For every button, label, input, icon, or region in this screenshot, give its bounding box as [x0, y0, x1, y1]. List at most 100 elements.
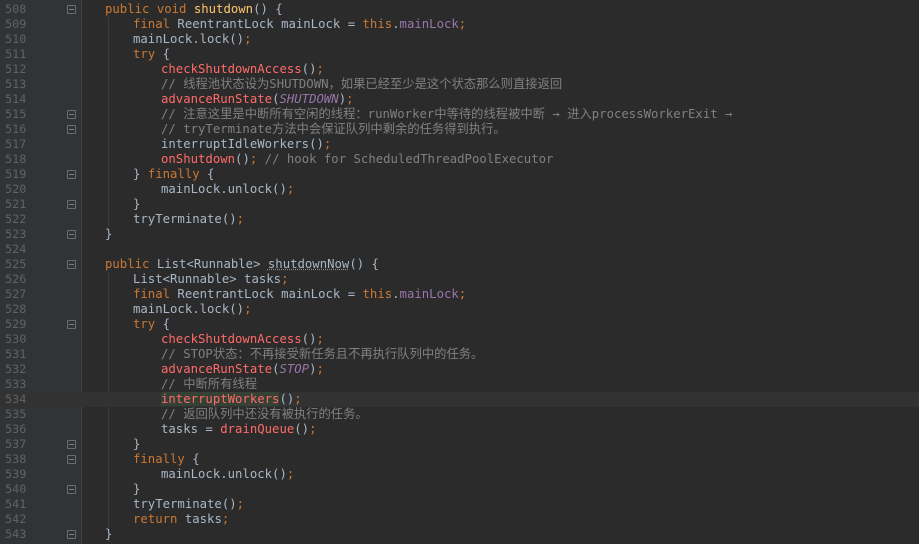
code-token: } — [133, 167, 148, 181]
code-token: mainLock — [399, 17, 459, 31]
code-token: ; — [316, 362, 324, 376]
code-token: tryTerminate() — [133, 497, 237, 511]
fold-marker-icon[interactable] — [67, 200, 76, 209]
code-token: advanceRunState — [161, 362, 273, 376]
line-number: 536 — [5, 422, 27, 436]
code-token: shutdownNow — [267, 257, 350, 271]
code-line[interactable]: 537} — [0, 437, 919, 452]
code-line[interactable]: 532 advanceRunState(STOP); — [0, 362, 919, 377]
code-line[interactable]: 510 mainLock.lock(); — [0, 32, 919, 47]
fold-marker-icon[interactable] — [67, 530, 76, 539]
code-text: List<Runnable> tasks; — [133, 272, 288, 287]
line-number: 518 — [5, 152, 27, 166]
code-token: ; — [316, 332, 324, 346]
code-line[interactable]: 528 mainLock.lock(); — [0, 302, 919, 317]
code-token: onShutdown — [161, 152, 236, 166]
line-number: 528 — [5, 302, 27, 316]
fold-marker-icon[interactable] — [67, 5, 76, 14]
line-number: 532 — [5, 362, 27, 376]
code-line[interactable]: 522 tryTerminate(); — [0, 212, 919, 227]
line-number: 526 — [5, 272, 27, 286]
code-line[interactable]: 508 public void shutdown() { — [0, 2, 919, 17]
code-line[interactable]: 530 checkShutdownAccess(); — [0, 332, 919, 347]
code-line[interactable]: 541 tryTerminate(); — [0, 497, 919, 512]
code-token: . — [392, 17, 400, 31]
code-line[interactable]: 539 mainLock.unlock(); — [0, 467, 919, 482]
code-line[interactable]: 524 — [0, 242, 919, 257]
code-line[interactable]: 519} finally { — [0, 167, 919, 182]
code-line[interactable]: 534 interruptWorkers(); — [0, 392, 919, 407]
code-line[interactable]: 527 final ReentrantLock mainLock = this.m… — [0, 287, 919, 302]
code-line[interactable]: 515 // 注意这里是中断所有空闲的线程：runWorker中等待的线程被中断 … — [0, 107, 919, 122]
code-line[interactable]: 521} — [0, 197, 919, 212]
code-line[interactable]: 520 mainLock.unlock(); — [0, 182, 919, 197]
code-line[interactable]: 514 advanceRunState(SHUTDOWN); — [0, 92, 919, 107]
fold-marker-icon[interactable] — [67, 440, 76, 449]
code-token: final — [133, 287, 178, 301]
fold-marker-icon[interactable] — [67, 485, 76, 494]
code-token: try — [133, 47, 163, 61]
fold-marker-icon[interactable] — [67, 110, 76, 119]
code-text: } finally { — [133, 167, 214, 182]
code-line[interactable]: 523} — [0, 227, 919, 242]
code-line[interactable]: 535 // 返回队列中还没有被执行的任务。 — [0, 407, 919, 422]
code-line[interactable]: 536 tasks = drainQueue(); — [0, 422, 919, 437]
line-number: 537 — [5, 437, 27, 451]
code-token: ; — [294, 392, 302, 406]
code-text: tryTerminate(); — [133, 497, 244, 512]
code-token: try — [133, 317, 163, 331]
code-editor[interactable]: 508 public void shutdown() {509 final Reen… — [0, 0, 919, 544]
code-token: ; — [221, 512, 230, 526]
code-token: { — [207, 167, 215, 181]
code-line[interactable]: 543} — [0, 527, 919, 542]
fold-marker-icon[interactable] — [67, 230, 76, 239]
line-number: 511 — [5, 47, 27, 61]
line-number: 525 — [5, 257, 27, 271]
code-line[interactable]: 525 public List<Runnable> shutdownNow() { — [0, 257, 919, 272]
code-text: } — [133, 197, 140, 212]
fold-marker-icon[interactable] — [67, 260, 76, 269]
code-line[interactable]: 533 // 中断所有线程 — [0, 377, 919, 392]
code-text: mainLock.unlock(); — [161, 182, 294, 197]
code-line[interactable]: 509 final ReentrantLock mainLock = this.m… — [0, 17, 919, 32]
code-token: ; — [286, 467, 295, 481]
code-token: { — [192, 452, 200, 466]
code-token: mainLock.lock() — [133, 32, 245, 46]
code-token: } — [133, 437, 141, 451]
code-text: checkShutdownAccess(); — [161, 332, 324, 347]
fold-marker-icon[interactable] — [67, 320, 76, 329]
code-line[interactable]: 513 // 线程池状态设为SHUTDOWN，如果已经至少是这个状态那么则直接返回 — [0, 77, 919, 92]
fold-marker-icon[interactable] — [67, 170, 76, 179]
line-number: 529 — [5, 317, 27, 331]
fold-marker-icon[interactable] — [67, 455, 76, 464]
code-token: List<Runnable> — [156, 257, 268, 271]
code-token: this — [362, 287, 393, 301]
code-text: mainLock.unlock(); — [161, 467, 294, 482]
code-line[interactable]: 518 onShutdown(); // hook for ScheduledTh… — [0, 152, 919, 167]
code-line[interactable]: 531 // STOP状态：不再接受新任务且不再执行队列中的任务。 — [0, 347, 919, 362]
line-number: 522 — [5, 212, 27, 226]
code-line[interactable]: 526 List<Runnable> tasks; — [0, 272, 919, 287]
code-text: // tryTerminate方法中会保证队列中剩余的任务得到执行。 — [161, 122, 506, 137]
code-line[interactable]: 517 interruptIdleWorkers(); — [0, 137, 919, 152]
code-line[interactable]: 529 try { — [0, 317, 919, 332]
code-token: { — [162, 317, 171, 331]
code-text: advanceRunState(STOP); — [161, 362, 324, 377]
fold-marker-icon[interactable] — [67, 125, 76, 134]
code-token: STOP — [279, 362, 310, 376]
code-token: ; — [286, 182, 295, 196]
code-line[interactable]: 512 checkShutdownAccess(); — [0, 62, 919, 77]
line-number: 534 — [5, 392, 27, 406]
line-number: 508 — [5, 2, 27, 16]
code-token: this — [362, 17, 393, 31]
code-line[interactable]: 511 try { — [0, 47, 919, 62]
code-token: ; — [309, 422, 317, 436]
code-line[interactable]: 516 // tryTerminate方法中会保证队列中剩余的任务得到执行。 — [0, 122, 919, 137]
code-token: ; — [236, 497, 245, 511]
code-text: final ReentrantLock mainLock = this.main… — [133, 17, 466, 32]
code-line[interactable]: 540} — [0, 482, 919, 497]
code-line[interactable]: 542 return tasks; — [0, 512, 919, 527]
code-token: } — [133, 482, 141, 496]
code-line[interactable]: 538 finally { — [0, 452, 919, 467]
code-token: advanceRunState — [161, 92, 273, 106]
